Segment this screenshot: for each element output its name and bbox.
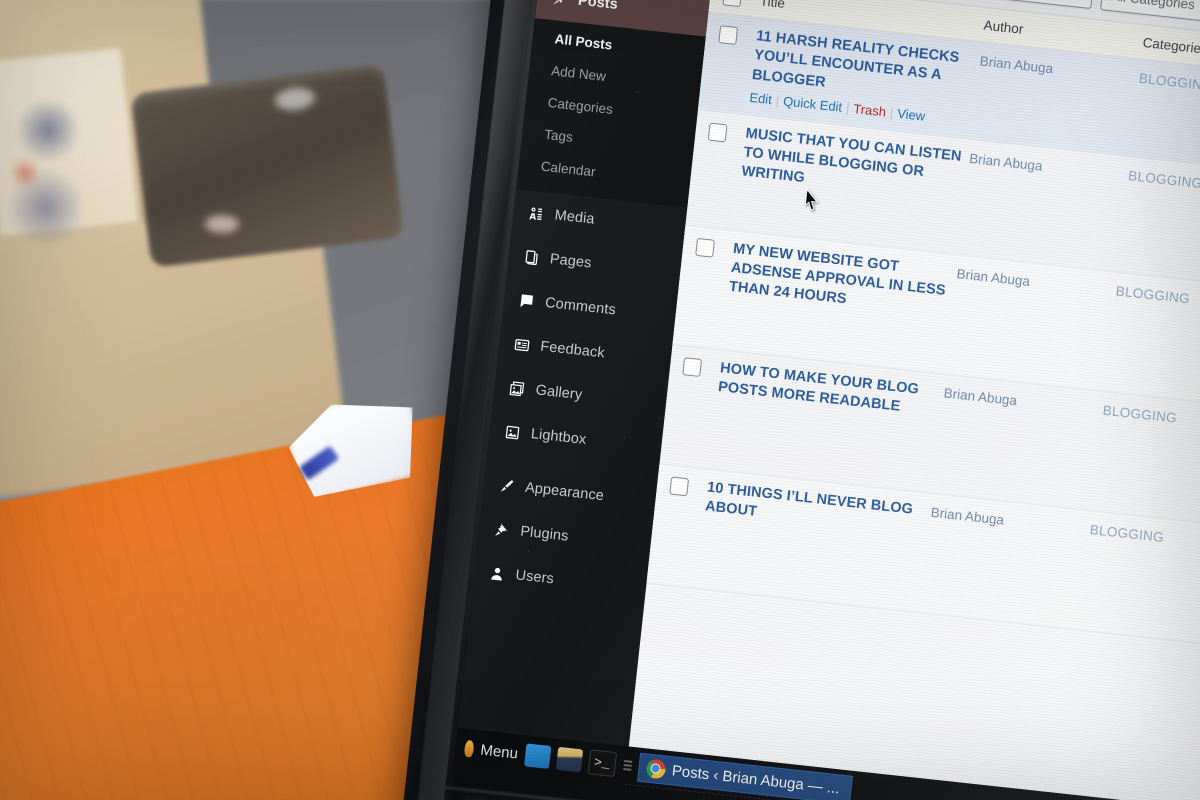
gallery-icon [507,378,527,398]
row-author[interactable]: Brian Abuga [960,149,1129,262]
sidebar-item-label: Appearance [524,479,605,505]
photo-scene: Site Kit Jetpack Posts All Pos [0,0,1200,800]
sidebar-item-label: Posts [577,0,619,13]
row-checkbox[interactable] [669,476,690,497]
file-manager-icon[interactable] [523,742,551,769]
start-menu-button[interactable]: Menu [463,739,519,762]
pin-icon [549,0,569,8]
chrome-icon [645,758,667,779]
select-all-checkbox[interactable] [722,0,743,8]
row-action-view[interactable]: View [897,106,926,124]
row-author[interactable]: Brian Abuga [947,264,1117,381]
terminal-icon[interactable]: >_ [587,748,617,777]
comments-icon [516,291,536,311]
row-title-cell: 11 HARSH REALITY CHECKS YOU’LL ENCOUNTER… [743,26,981,128]
lightbox-icon [502,422,522,442]
row-author[interactable]: Brian Abuga [973,51,1140,146]
sidebar-item-label: Plugins [519,523,570,545]
tray-highlight [205,215,239,233]
row-checkbox[interactable] [707,122,728,143]
row-action-edit[interactable]: Edit [749,90,773,107]
row-categories[interactable]: BLOGGING [1080,520,1200,670]
sidebar-item-label: Pages [549,251,593,272]
sidebar-item-label: Gallery [534,382,583,404]
row-title-cell: MY NEW WEBSITE GOT ADSENSE APPROVAL IN L… [717,239,957,363]
row-checkbox[interactable] [695,237,716,258]
pages-icon [521,247,541,267]
sidebar-item-label: Users [514,567,555,588]
dark-tray [130,63,405,268]
row-checkbox[interactable] [718,25,739,45]
sidebar-item-label: Lightbox [530,426,588,449]
terminal-glyph: >_ [593,754,611,771]
plug-icon [492,520,512,540]
posts-list-page: All (9) | Published (9) | Trash (2) Bulk… [624,0,1200,800]
submenu-item-label: Add New [550,62,607,84]
laptop-screen: Site Kit Jetpack Posts All Pos [453,0,1200,800]
submenu-item-label: Tags [543,126,574,145]
feedback-icon [512,335,532,355]
category-filter-label: All Categories [1110,0,1196,13]
row-title-cell: MUSIC THAT YOU CAN LISTEN TO WHILE BLOGG… [730,124,970,244]
taskbar-window-title: Posts ‹ Brian Abuga — ... [671,761,841,797]
box-label-mark [18,95,78,165]
mouse-cursor [804,188,821,211]
menu-flame-icon [463,739,475,758]
row-author[interactable]: Brian Abuga [934,383,1104,500]
submenu-item-label: All Posts [554,30,614,53]
box-label-mark [8,160,42,186]
brush-icon [496,476,516,496]
sidebar-item-label: Comments [544,294,617,319]
user-icon [487,563,507,583]
posts-submenu[interactable]: All Posts Add New Categories Tags Calend… [516,18,706,208]
sidebar-item-label: Media [553,207,596,228]
row-action-trash[interactable]: Trash [853,101,887,119]
row-author[interactable]: Brian Abuga [921,503,1091,620]
sidebar-item-label: Feedback [539,338,606,362]
select-all-checkbox-cell[interactable] [709,0,755,9]
submenu-item-label: Calendar [540,158,597,179]
laptop: Site Kit Jetpack Posts All Pos [395,0,1200,800]
row-checkbox[interactable] [682,357,703,377]
taskbar-divider [622,760,632,771]
post-title-link[interactable]: MUSIC THAT YOU CAN LISTEN TO WHILE BLOGG… [740,124,970,206]
menu-label: Menu [479,741,519,762]
folder-icon[interactable] [555,746,583,772]
media-icon [526,203,546,223]
submenu-item-label: Categories [547,94,614,117]
row-title-cell: HOW TO MAKE YOUR BLOG POSTS MORE READABL… [704,358,944,482]
row-action-quick-edit[interactable]: Quick Edit [782,93,843,114]
post-title-link[interactable]: MY NEW WEBSITE GOT ADSENSE APPROVAL IN L… [728,240,958,322]
row-title-cell: 10 THINGS I’LL NEVER BLOG ABOUT [691,478,931,602]
